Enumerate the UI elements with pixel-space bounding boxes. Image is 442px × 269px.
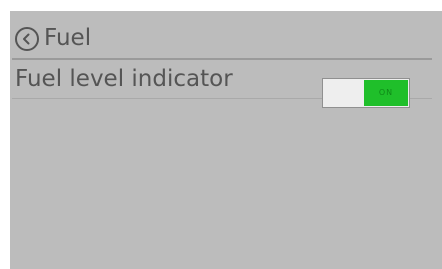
toggle-state-label: ON [378,88,394,97]
setting-label: Fuel level indicator [15,66,233,92]
page-title: Fuel [44,25,92,51]
chevron-left-circle-icon [23,33,30,45]
settings-panel: Fuel [10,11,442,269]
toggle-on-indicator: ON [364,80,408,106]
back-button[interactable] [15,27,39,51]
fuel-level-indicator-toggle[interactable]: ON [322,78,410,108]
